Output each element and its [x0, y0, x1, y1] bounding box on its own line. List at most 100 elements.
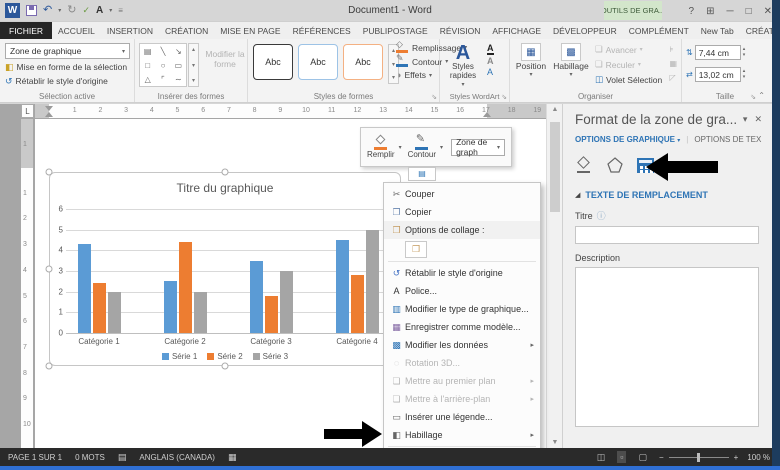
bar-série3-cat2[interactable] [193, 291, 207, 333]
wordart-qat-dropdown-icon[interactable]: ▾ [109, 7, 112, 14]
text-fill-icon[interactable]: A [487, 43, 494, 55]
scrollbar-thumb[interactable] [550, 122, 560, 212]
chart-title[interactable]: Titre du graphique [50, 181, 400, 195]
gallery-more-icon[interactable]: ▾ [192, 77, 195, 84]
save-icon[interactable] [26, 5, 37, 16]
fill-line-icon[interactable] [575, 156, 593, 174]
ribbon-tab-fichier[interactable]: FICHIER [0, 22, 52, 39]
horizontal-ruler[interactable]: 1 2 3 4 5 6 7 8 9 10 11 12 13 14 15 16 17 18 19 [35, 104, 546, 118]
scroll-down-icon[interactable]: ▾ [192, 62, 195, 69]
shape-style-2[interactable]: Abc [298, 44, 338, 80]
vertical-scrollbar[interactable]: ▲ ▼ [546, 104, 562, 448]
dialog-launcher-icon[interactable]: ⇘ [431, 93, 437, 101]
rect-shape-icon[interactable]: □ [145, 61, 150, 70]
reset-style-button[interactable]: ↺ Rétablir le style d'origine [5, 76, 108, 86]
menu-item-copier[interactable]: ❐ Copier [384, 203, 540, 221]
bar-série2-cat4[interactable] [350, 275, 364, 333]
pane-close-icon[interactable]: ✕ [754, 114, 762, 125]
textbox-shape-icon[interactable]: ▤ [144, 47, 152, 56]
help-button[interactable]: ? [689, 6, 695, 17]
undo-dropdown-icon[interactable]: ▾ [58, 7, 61, 14]
outline-button[interactable]: ✎ Contour [408, 133, 436, 160]
menu-item-police[interactable]: A Police... [384, 282, 540, 300]
redo-icon[interactable]: ↻ [67, 5, 76, 16]
wrap-text-button[interactable]: ▩ Habillage ▾ [551, 43, 591, 78]
ribbon-tab-création[interactable]: CRÉATION [159, 22, 214, 39]
dialog-launcher-icon[interactable]: ⇘ [501, 93, 507, 101]
bar-série3-cat3[interactable] [279, 271, 293, 333]
ribbon-tab-new-tab[interactable]: New Tab [695, 22, 740, 39]
ribbon-tab-développeur[interactable]: DÉVELOPPEUR [547, 22, 623, 39]
menu-item-r-tablir-le-style-d-origine[interactable]: ↺ Rétablir le style d'origine [384, 264, 540, 282]
shapes-gallery-scroll[interactable]: ▴ ▾ ▾ [188, 43, 199, 87]
bar-série2-cat1[interactable] [92, 283, 106, 333]
zoom-out-icon[interactable]: − [659, 453, 664, 462]
zoom-in-icon[interactable]: + [734, 453, 739, 462]
tab-selector[interactable]: L [21, 104, 34, 118]
tab-chart-options[interactable]: OPTIONS DE GRAPHIQUE ▾ [575, 135, 680, 144]
resize-handle-top-left[interactable] [45, 168, 53, 176]
height-spinner[interactable]: ⇅ 7,44 cm ▴ ▾ [686, 45, 745, 60]
minimize-button[interactable]: ─ [726, 6, 733, 17]
restore-button[interactable]: □ [746, 6, 752, 17]
tab-text-options[interactable]: OPTIONS DE TEX... [694, 135, 762, 144]
mini-toolbar-combo[interactable]: Zone de graph ▾ [451, 137, 505, 157]
ribbon-tab-complément[interactable]: COMPLÉMENT [623, 22, 695, 39]
menu-item-enregistrer-comme-mod-le[interactable]: ▦ Enregistrer comme modèle... [384, 318, 540, 336]
zoom-thumb[interactable] [696, 452, 700, 462]
undo-icon[interactable]: ↶ [43, 5, 52, 16]
elbow-shape-icon[interactable]: ⌜ [161, 75, 165, 84]
selection-pane-button[interactable]: ◫ Volet Sélection [595, 74, 662, 85]
chevron-down-icon[interactable]: ▾ [440, 144, 443, 151]
resize-handle-bottom-center[interactable] [221, 362, 229, 370]
page-indicator[interactable]: PAGE 1 SUR 1 [8, 453, 62, 462]
arrow-shape-icon[interactable]: ↘ [175, 47, 182, 56]
resize-handle-bottom-left[interactable] [45, 362, 53, 370]
scroll-down-icon[interactable]: ▾ [392, 61, 395, 68]
shape-style-3[interactable]: Abc [343, 44, 383, 80]
oval-shape-icon[interactable]: ○ [161, 61, 166, 70]
ribbon-display-button[interactable]: ⊞ [706, 6, 714, 17]
resize-handle-top-center[interactable] [221, 168, 229, 176]
right-indent-marker[interactable] [483, 112, 491, 117]
qat-customize-icon[interactable]: ≡ [118, 6, 123, 15]
text-outline-icon[interactable]: A [487, 56, 494, 66]
language-indicator[interactable]: ANGLAIS (CANADA) [139, 453, 215, 462]
ribbon-tab-affichage[interactable]: AFFICHAGE [486, 22, 547, 39]
ribbon-tab-mise-en-page[interactable]: MISE EN PAGE [214, 22, 286, 39]
alt-description-input[interactable] [575, 267, 759, 427]
width-value[interactable]: 13,02 cm [694, 67, 741, 82]
close-button[interactable]: ✕ [764, 6, 772, 17]
menu-item-couper[interactable]: ✂ Couper [384, 185, 540, 203]
word-count[interactable]: 0 MOTS [75, 453, 105, 462]
format-selection-button[interactable]: ◧ Mise en forme de la sélection [5, 62, 127, 72]
menu-item-ins-rer-une-l-gende[interactable]: ▭ Insérer une légende... [384, 408, 540, 426]
position-button[interactable]: ▦ Position ▾ [514, 43, 548, 78]
height-value[interactable]: 7,44 cm [694, 45, 741, 60]
pane-menu-icon[interactable]: ▾ [743, 114, 748, 125]
chart-element-combo[interactable]: Zone de graphique ▾ [5, 43, 130, 59]
scroll-up-icon[interactable]: ▴ [192, 46, 195, 53]
bar-série2-cat3[interactable] [264, 295, 278, 333]
alt-text-section-header[interactable]: ◢ TEXTE DE REMPLACEMENT [575, 190, 762, 200]
step-down-icon[interactable]: ▾ [743, 74, 746, 81]
zoom-level[interactable]: 100 % [747, 453, 770, 462]
rounded-rect-shape-icon[interactable]: ▭ [175, 61, 183, 70]
triangle-shape-icon[interactable]: △ [145, 75, 151, 84]
step-down-icon[interactable]: ▾ [743, 52, 746, 59]
chart-legend[interactable]: Série 1 Série 2 Série 3 [50, 352, 400, 361]
line-shape-icon[interactable]: ╲ [161, 47, 166, 56]
shape-style-1[interactable]: Abc [253, 44, 293, 80]
curve-shape-icon[interactable]: ∼ [175, 75, 182, 84]
fill-button[interactable]: Remplir [367, 134, 395, 160]
gallery-more-icon[interactable]: ▾ [392, 74, 395, 81]
bar-série3-cat4[interactable] [365, 229, 379, 333]
macro-record-icon[interactable]: ▦ [228, 452, 237, 463]
bar-série1-cat2[interactable] [163, 281, 177, 333]
dialog-launcher-icon[interactable]: ⇘ [750, 93, 756, 101]
ribbon-tab-références[interactable]: RÉFÉRENCES [287, 22, 357, 39]
menu-item-habillage[interactable]: ◧ Habillage ▸ [384, 426, 540, 444]
scroll-up-icon[interactable]: ▲ [547, 106, 563, 113]
ribbon-tab-révision[interactable]: RÉVISION [434, 22, 487, 39]
menu-item-modifier-le-type-de-graphique[interactable]: ▥ Modifier le type de graphique... [384, 300, 540, 318]
